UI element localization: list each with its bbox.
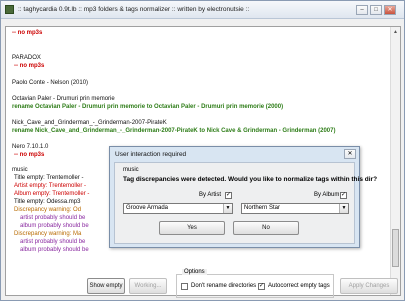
album-combobox-value: Northern Star — [244, 205, 281, 211]
log-scrollbar[interactable]: ▲ ▼ — [390, 27, 400, 295]
minimize-button[interactable]: – — [356, 5, 368, 15]
dialog-folder-name: music — [123, 167, 139, 173]
log-line: Artist empty: Trentemoller - — [14, 183, 87, 189]
dialog-question: Tag discrepancies were detected. Would y… — [123, 176, 378, 183]
show-empty-button[interactable]: Show empty — [87, 278, 125, 294]
log-line: Discrepancy warning: Od — [14, 207, 82, 213]
apply-changes-button[interactable]: Apply Changes — [340, 278, 398, 294]
log-line: PARADOX — [12, 55, 41, 61]
artist-combobox[interactable]: Groove Armada ▼ — [123, 203, 233, 214]
yes-button[interactable]: Yes — [159, 221, 225, 235]
log-line: album probably should be — [20, 247, 89, 253]
user-interaction-dialog: User interaction required ✕ music Tag di… — [109, 146, 377, 248]
log-line: Discrepancy warning: Ma — [14, 231, 82, 237]
by-artist-label: By Artist — [199, 192, 222, 198]
log-line: -- no mp3s — [14, 63, 45, 69]
autocorrect-label: Autocorrect empty tags — [268, 283, 330, 289]
close-button[interactable]: ✕ — [384, 5, 396, 15]
artist-combobox-value: Groove Armada — [126, 205, 169, 211]
log-line: Album empty: Trentemoller - — [14, 191, 90, 197]
log-line: artist probably should be — [20, 239, 86, 245]
dont-rename-checkbox[interactable] — [181, 283, 188, 290]
log-line: -- no mp3s — [12, 30, 43, 36]
scrollbar-thumb[interactable] — [392, 229, 399, 267]
log-line: Octavian Paler - Drumuri prin memorie — [12, 96, 115, 102]
by-artist-checkbox[interactable]: ✓ — [225, 192, 232, 199]
no-button[interactable]: No — [233, 221, 299, 235]
app-icon — [5, 5, 14, 14]
dialog-title: User interaction required — [115, 151, 187, 158]
dont-rename-label: Don't rename directories — [191, 283, 257, 289]
options-label: Options — [182, 269, 207, 275]
log-line: rename Octavian Paler - Drumuri prin mem… — [12, 104, 284, 110]
window-title: :: taghycardia 0.9t.lb :: mp3 folders & … — [18, 6, 250, 13]
dialog-body: music Tag discrepancies were detected. W… — [114, 162, 377, 244]
title-bar: :: taghycardia 0.9t.lb :: mp3 folders & … — [1, 1, 404, 19]
chevron-down-icon[interactable]: ▼ — [339, 204, 348, 213]
log-line: rename Nick_Cave_and_Grinderman_-_Grinde… — [12, 128, 336, 134]
autocorrect-checkbox[interactable]: ✓ — [258, 283, 265, 290]
chevron-down-icon[interactable]: ▼ — [223, 204, 232, 213]
working-button[interactable]: Working... — [129, 278, 167, 294]
log-line: Title empty: Odessa.mp3 — [14, 199, 81, 205]
by-album-checkbox[interactable]: ✓ — [340, 192, 347, 199]
log-line: Nero 7.10.1.0 — [12, 144, 49, 150]
maximize-button[interactable]: □ — [370, 5, 382, 15]
log-line: album probably should be — [20, 223, 89, 229]
log-line: artist probably should be — [20, 215, 86, 221]
log-line: Paolo Conte - Nelson (2010) — [12, 80, 89, 86]
log-line: Nick_Cave_and_Grinderman_-_Grinderman-20… — [12, 120, 167, 126]
album-combobox[interactable]: Northern Star ▼ — [241, 203, 349, 214]
dialog-close-button[interactable]: ✕ — [344, 149, 356, 159]
log-line: music — [12, 167, 28, 173]
by-album-label: By Album — [314, 192, 340, 198]
log-line: Title empty: Trentemoller - — [14, 175, 84, 181]
log-line: -- no mp3s — [14, 152, 45, 158]
scroll-up-arrow-icon[interactable]: ▲ — [392, 28, 399, 36]
